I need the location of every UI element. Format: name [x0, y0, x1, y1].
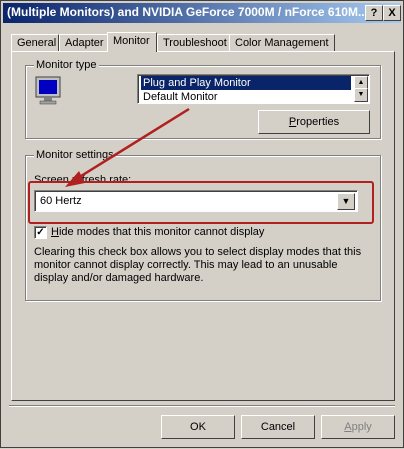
tab-general[interactable]: General	[11, 34, 59, 51]
hide-modes-label[interactable]: Hide modes that this monitor cannot disp…	[51, 226, 264, 238]
monitor-settings-group: Monitor settings Screen refresh rate: 60…	[25, 149, 381, 301]
cancel-button[interactable]: Cancel	[241, 415, 315, 439]
monitor-list[interactable]: Plug and Play Monitor Default Monitor ▲ …	[137, 74, 370, 104]
monitor-list-scrollbar[interactable]: ▲ ▼	[354, 76, 368, 102]
list-item[interactable]: Default Monitor	[141, 90, 351, 104]
title-bar[interactable]: (Multiple Monitors) and NVIDIA GeForce 7…	[3, 3, 401, 23]
properties-button[interactable]: Properties	[258, 110, 370, 134]
monitor-type-group: Monitor type Plug and Play Monitor Defau…	[25, 59, 381, 139]
tab-monitor[interactable]: Monitor	[107, 32, 157, 52]
monitor-settings-legend: Monitor settings	[34, 149, 116, 161]
monitor-icon	[35, 76, 61, 105]
apply-button[interactable]: Apply	[321, 415, 395, 439]
footer-divider	[9, 405, 395, 407]
list-item[interactable]: Plug and Play Monitor	[141, 76, 351, 90]
monitor-type-legend: Monitor type	[34, 59, 99, 71]
monitor-tab-panel: Monitor type Plug and Play Monitor Defau…	[11, 51, 395, 401]
tab-adapter[interactable]: Adapter	[59, 34, 109, 51]
hide-modes-description: Clearing this check box allows you to se…	[34, 246, 362, 284]
tab-color-management[interactable]: Color Management	[229, 34, 335, 51]
annotation-highlight-box	[28, 181, 374, 224]
display-properties-dialog: (Multiple Monitors) and NVIDIA GeForce 7…	[0, 0, 404, 448]
help-button[interactable]: ?	[365, 5, 383, 21]
scroll-down-icon[interactable]: ▼	[354, 88, 368, 102]
close-button[interactable]: X	[383, 5, 401, 21]
hide-modes-checkbox[interactable]: ✓	[34, 226, 47, 239]
tab-troubleshoot[interactable]: Troubleshoot	[157, 34, 231, 51]
ok-button[interactable]: OK	[161, 415, 235, 439]
window-title: (Multiple Monitors) and NVIDIA GeForce 7…	[7, 5, 368, 19]
